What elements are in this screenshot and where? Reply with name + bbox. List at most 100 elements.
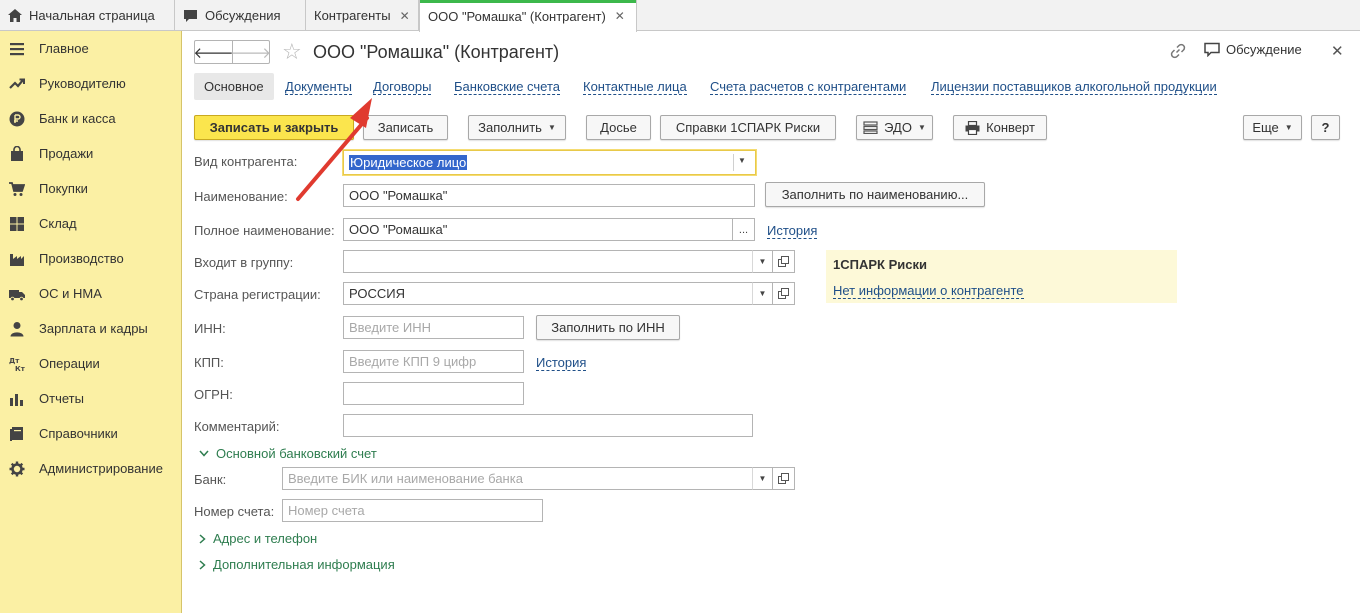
sidebar-item-bank[interactable]: Банк и касса xyxy=(0,101,181,136)
open-icon[interactable] xyxy=(773,282,795,305)
discussion-button[interactable]: Обсуждение xyxy=(1204,42,1302,57)
section-tab-settlement-accounts[interactable]: Счета расчетов с контрагентами xyxy=(710,79,907,95)
tab-label: Обсуждения xyxy=(205,8,281,23)
spark-reports-button[interactable]: Справки 1СПАРК Риски xyxy=(660,115,836,140)
kpp-placeholder: Введите КПП 9 цифр xyxy=(349,354,477,369)
full-name-input[interactable]: ООО "Ромашка" xyxy=(343,218,733,241)
tab-discussions[interactable]: Обсуждения xyxy=(175,0,306,31)
sidebar-item-operations[interactable]: Дт Кт Операции xyxy=(0,346,181,381)
chevron-down-icon[interactable]: ▼ xyxy=(752,250,773,273)
fill-by-inn-button[interactable]: Заполнить по ИНН xyxy=(536,315,680,340)
chevron-down-icon[interactable]: ▼ xyxy=(752,282,773,305)
close-icon[interactable]: ✕ xyxy=(1331,42,1344,60)
save-and-close-button[interactable]: Записать и закрыть xyxy=(194,115,354,140)
sidebar-item-label: ОС и НМА xyxy=(39,286,102,301)
button-label: Заполнить по ИНН xyxy=(551,320,665,335)
trend-icon xyxy=(9,78,25,89)
chevron-down-icon xyxy=(199,450,209,457)
bank-input[interactable]: Введите БИК или наименование банка xyxy=(282,467,753,490)
tab-home[interactable]: Начальная страница xyxy=(0,0,175,31)
tab-counterparties[interactable]: Контрагенты ✕ xyxy=(306,0,419,31)
cart-icon xyxy=(9,181,25,196)
additional-info-group-toggle[interactable]: Дополнительная информация xyxy=(199,557,395,572)
section-tab-main[interactable]: Основное xyxy=(194,73,274,100)
sidebar-item-label: Главное xyxy=(39,41,89,56)
open-icon[interactable] xyxy=(773,467,795,490)
chevron-down-icon: ▼ xyxy=(917,123,926,132)
edo-button[interactable]: ЭДО ▼ xyxy=(856,115,933,140)
sidebar-item-administration[interactable]: Администрирование xyxy=(0,451,181,486)
ogrn-input[interactable] xyxy=(343,382,524,405)
country-label: Страна регистрации: xyxy=(194,287,321,302)
section-tab-alcohol-licenses[interactable]: Лицензии поставщиков алкогольной продукц… xyxy=(931,79,1217,95)
sidebar-item-production[interactable]: Производство xyxy=(0,241,181,276)
section-tab-contacts[interactable]: Контактные лица xyxy=(583,79,687,95)
tab-counterparty-form[interactable]: ООО "Ромашка" (Контрагент) ✕ xyxy=(419,0,637,32)
section-tab-bank-accounts[interactable]: Банковские счета xyxy=(454,79,561,95)
envelope-button[interactable]: Конверт xyxy=(953,115,1047,140)
help-button[interactable]: ? xyxy=(1311,115,1340,140)
sidebar-item-directories[interactable]: Справочники xyxy=(0,416,181,451)
forward-button[interactable]: 🡒 xyxy=(230,41,272,63)
sidebar-item-payroll[interactable]: Зарплата и кадры xyxy=(0,311,181,346)
bank-account-group-toggle[interactable]: Основной банковский счет xyxy=(199,446,377,461)
link-icon[interactable] xyxy=(1170,43,1186,62)
fill-by-name-button[interactable]: Заполнить по наименованию... xyxy=(765,182,985,207)
button-label: Записать xyxy=(377,120,434,135)
dossier-button[interactable]: Досье xyxy=(586,115,651,140)
sidebar-item-main[interactable]: Главное xyxy=(0,31,181,66)
menu-icon xyxy=(10,42,24,55)
kpp-input[interactable]: Введите КПП 9 цифр xyxy=(343,350,524,373)
full-name-label: Полное наименование: xyxy=(194,223,335,238)
chevron-down-icon[interactable]: ▼ xyxy=(752,467,773,490)
sidebar: Главное Руководителю Банк и касса Продаж… xyxy=(0,31,182,613)
inn-input[interactable]: Введите ИНН xyxy=(343,316,524,339)
address-group-toggle[interactable]: Адрес и телефон xyxy=(199,531,317,546)
chevron-down-icon[interactable]: ▼ xyxy=(738,156,746,165)
dt-kt-icon: ДтКт xyxy=(9,357,25,372)
favorite-star-icon[interactable]: ☆ xyxy=(282,40,302,64)
back-button[interactable]: 🡐 xyxy=(193,41,233,63)
bank-placeholder: Введите БИК или наименование банка xyxy=(288,471,523,486)
kpp-history-link[interactable]: История xyxy=(536,355,587,371)
kind-value: Юридическое лицо xyxy=(349,155,468,170)
sidebar-item-sales[interactable]: Продажи xyxy=(0,136,181,171)
spark-title: 1СПАРК Риски xyxy=(833,257,927,272)
tab-label: Контрагенты xyxy=(314,8,391,23)
kind-select[interactable]: Юридическое лицо xyxy=(343,150,756,175)
section-tab-contracts[interactable]: Договоры xyxy=(373,79,432,95)
country-input[interactable]: РОССИЯ xyxy=(343,282,753,305)
button-label: Справки 1СПАРК Риски xyxy=(675,120,821,135)
fill-button[interactable]: Заполнить ▼ xyxy=(468,115,566,140)
sidebar-item-label: Администрирование xyxy=(39,461,163,476)
open-icon[interactable] xyxy=(773,250,795,273)
name-input[interactable]: ООО "Ромашка" xyxy=(343,184,755,207)
full-name-history-link[interactable]: История xyxy=(767,223,818,239)
sidebar-item-warehouse[interactable]: Склад xyxy=(0,206,181,241)
close-icon[interactable]: ✕ xyxy=(400,9,410,23)
sidebar-item-director[interactable]: Руководителю xyxy=(0,66,181,101)
button-label: ... xyxy=(738,223,749,236)
sidebar-item-purchases[interactable]: Покупки xyxy=(0,171,181,206)
close-icon[interactable]: ✕ xyxy=(615,9,625,23)
comment-input[interactable] xyxy=(343,414,753,437)
tab-label: Начальная страница xyxy=(29,8,155,23)
tab-label: ООО "Ромашка" (Контрагент) xyxy=(428,8,606,24)
button-label: ЭДО xyxy=(884,120,912,135)
full-name-edit-button[interactable]: ... xyxy=(733,218,755,241)
chevron-down-icon: ▼ xyxy=(547,123,556,132)
spark-info-link[interactable]: Нет информации о контрагенте xyxy=(833,284,1024,299)
more-button[interactable]: Еще ▼ xyxy=(1243,115,1302,140)
sidebar-item-label: Зарплата и кадры xyxy=(39,321,148,336)
save-button[interactable]: Записать xyxy=(363,115,448,140)
arrow-right-icon: 🡒 xyxy=(230,44,272,62)
group-input[interactable] xyxy=(343,250,753,273)
chevron-right-icon xyxy=(199,533,206,544)
account-input[interactable]: Номер счета xyxy=(282,499,543,522)
person-icon xyxy=(10,321,24,336)
ogrn-label: ОГРН: xyxy=(194,387,233,402)
sidebar-item-reports[interactable]: Отчеты xyxy=(0,381,181,416)
section-tab-documents[interactable]: Документы xyxy=(285,79,353,95)
sidebar-item-fixed-assets[interactable]: ОС и НМА xyxy=(0,276,181,311)
chevron-down-icon: ▼ xyxy=(1284,123,1293,132)
